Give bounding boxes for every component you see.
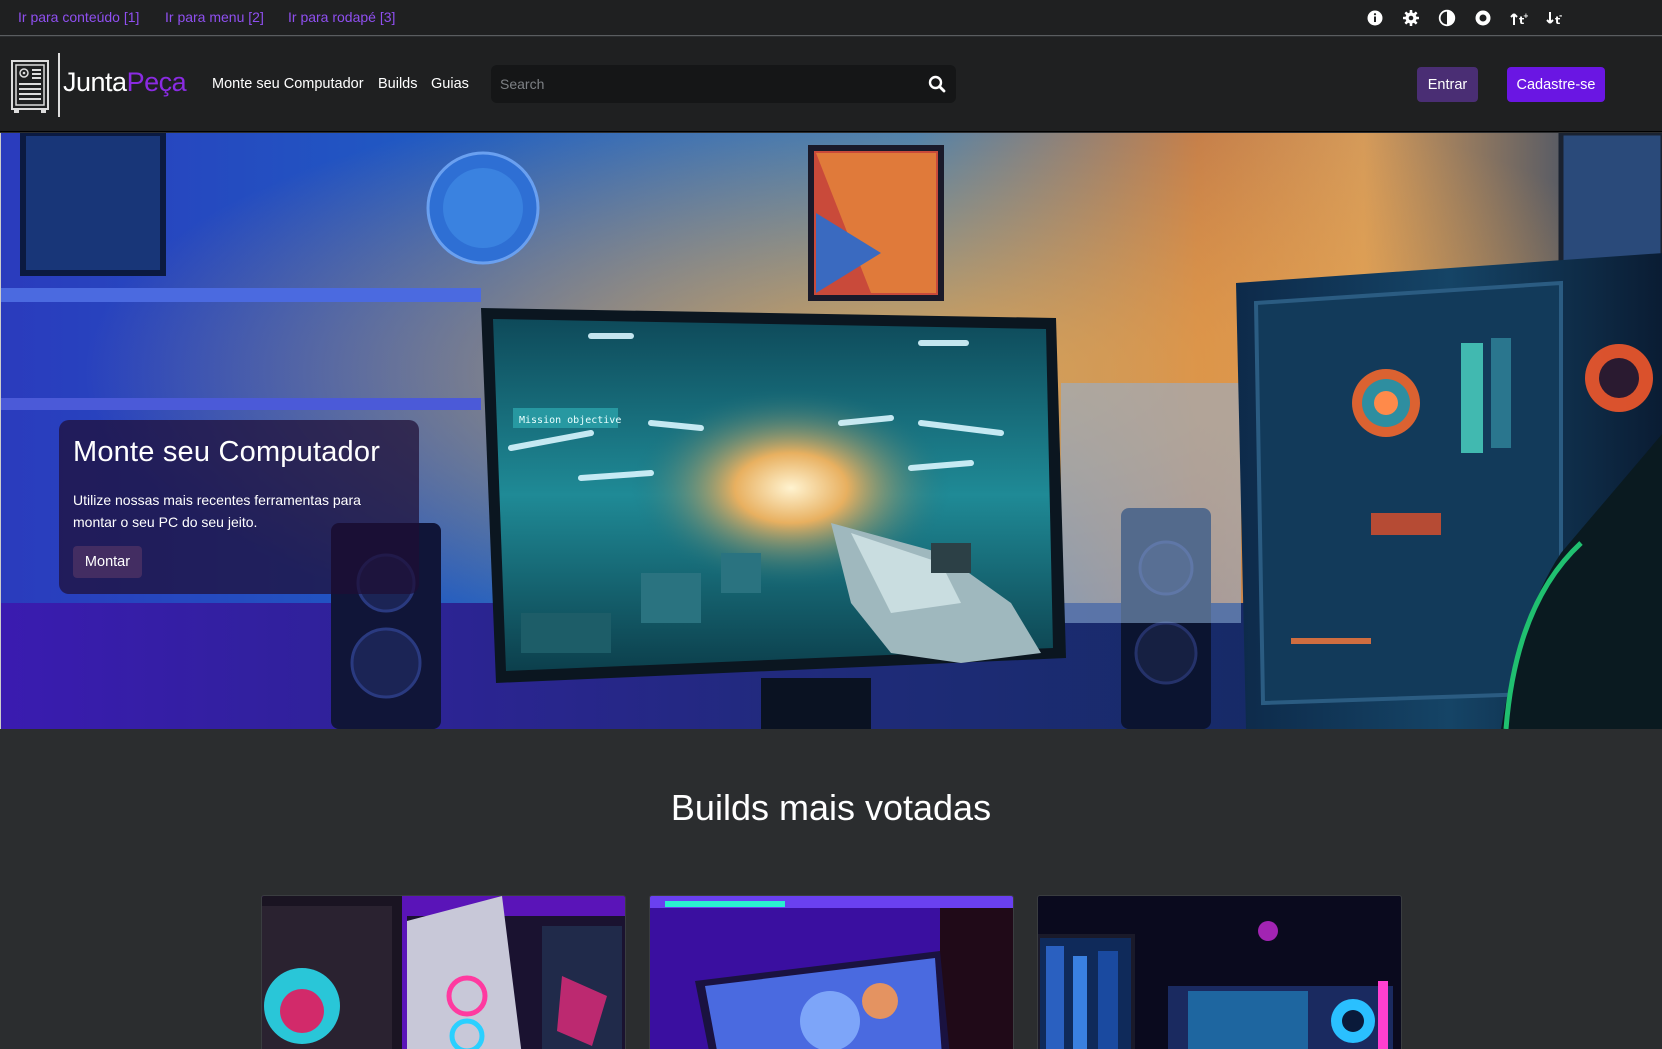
build-card-image xyxy=(650,896,1013,1049)
info-icon[interactable] xyxy=(1366,9,1384,27)
gear-icon[interactable] xyxy=(1402,9,1420,27)
montar-button[interactable]: Montar xyxy=(73,546,142,578)
nav-item-guias[interactable]: Guias xyxy=(431,76,469,92)
section-title: Builds mais votadas xyxy=(670,787,992,828)
circle-stop-icon[interactable] xyxy=(1474,9,1492,27)
build-card[interactable] xyxy=(649,895,1014,1049)
build-card[interactable] xyxy=(261,895,626,1049)
svg-text:+: + xyxy=(1523,12,1528,20)
contrast-icon[interactable] xyxy=(1438,9,1456,27)
brand-logo[interactable]: JuntaPeça xyxy=(10,51,190,119)
font-increase-icon[interactable]: t + xyxy=(1510,9,1528,27)
svg-text:-: - xyxy=(1559,11,1562,20)
site-header: JuntaPeça Monte seu Computador Builds Gu… xyxy=(0,37,1662,132)
search-icon[interactable] xyxy=(922,69,952,99)
accessibility-bar: Ir para conteúdo [1] Ir para menu [2] Ir… xyxy=(0,0,1662,36)
hero-banner: Mission objective Monte seu Computador U… xyxy=(0,133,1662,729)
screen-hud-text: Mission objective xyxy=(519,415,621,426)
build-card-image xyxy=(1038,896,1401,1049)
brand-wordmark: JuntaPeça xyxy=(63,67,187,98)
search-input[interactable] xyxy=(491,65,911,103)
hero-title: Monte seu Computador xyxy=(73,436,381,468)
hero-card: Monte seu Computador Utilize nossas mais… xyxy=(59,420,419,594)
skip-to-content-link[interactable]: Ir para conteúdo [1] xyxy=(18,9,139,25)
pc-case-logo-icon xyxy=(11,53,60,117)
skip-to-menu-link[interactable]: Ir para menu [2] xyxy=(165,9,264,25)
build-card-image xyxy=(262,896,625,1049)
brand-word-2: Peça xyxy=(126,67,187,97)
nav-item-monte-seu-computador[interactable]: Monte seu Computador xyxy=(212,76,364,92)
skip-to-footer-link[interactable]: Ir para rodapé [3] xyxy=(288,9,395,25)
font-decrease-icon[interactable]: t - xyxy=(1546,9,1564,27)
login-button[interactable]: Entrar xyxy=(1417,67,1478,102)
build-card[interactable] xyxy=(1037,895,1402,1049)
nav-item-builds[interactable]: Builds xyxy=(378,76,418,92)
search-bar xyxy=(491,65,956,103)
hero-description: Utilize nossas mais recentes ferramentas… xyxy=(73,492,361,530)
brand-word-1: Junta xyxy=(63,67,127,97)
signup-button[interactable]: Cadastre-se xyxy=(1507,67,1605,102)
